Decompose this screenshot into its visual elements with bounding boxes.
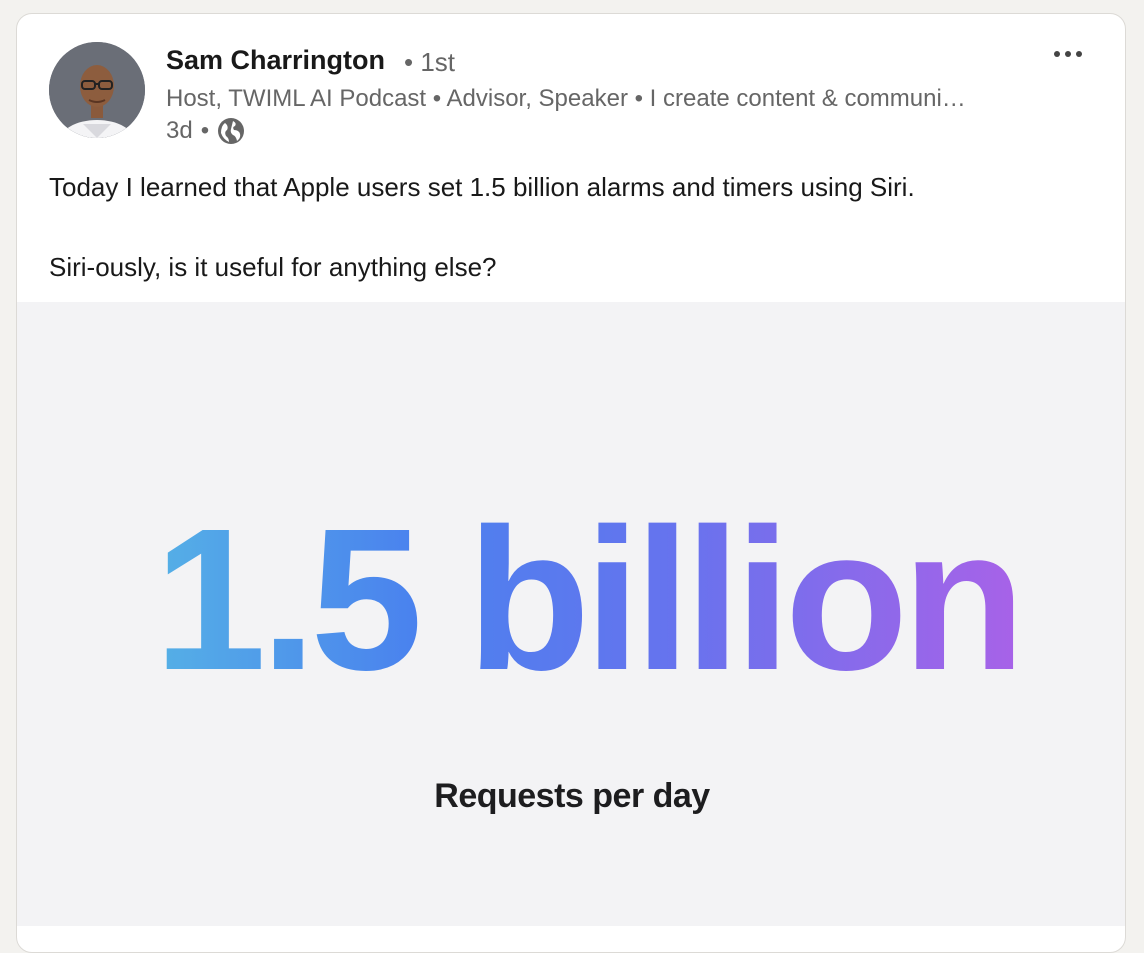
post-text: Today I learned that Apple users set 1.5…: [49, 172, 1109, 282]
post-meta: 3d •: [166, 117, 245, 145]
post-card: Sam Charrington • 1st Host, TWIML AI Pod…: [16, 13, 1126, 953]
connection-degree: • 1st: [404, 47, 456, 77]
author-headline: Host, TWIML AI Podcast • Advisor, Speake…: [166, 85, 966, 112]
author-avatar[interactable]: [49, 42, 145, 138]
post-image[interactable]: 1.5 billion Requests per day: [17, 302, 1125, 926]
author-name[interactable]: Sam Charrington: [166, 45, 385, 76]
more-options-icon[interactable]: [1051, 40, 1085, 68]
author-photo-icon: [49, 42, 145, 138]
meta-separator: •: [200, 117, 210, 144]
post-text-line: Siri-ously, is it useful for anything el…: [49, 252, 497, 282]
globe-icon: [217, 117, 245, 145]
image-caption: Requests per day: [434, 777, 710, 815]
post-text-line: Today I learned that Apple users set 1.5…: [49, 172, 915, 202]
image-headline: 1.5 billion: [154, 486, 1026, 712]
post-time: 3d: [166, 117, 193, 144]
